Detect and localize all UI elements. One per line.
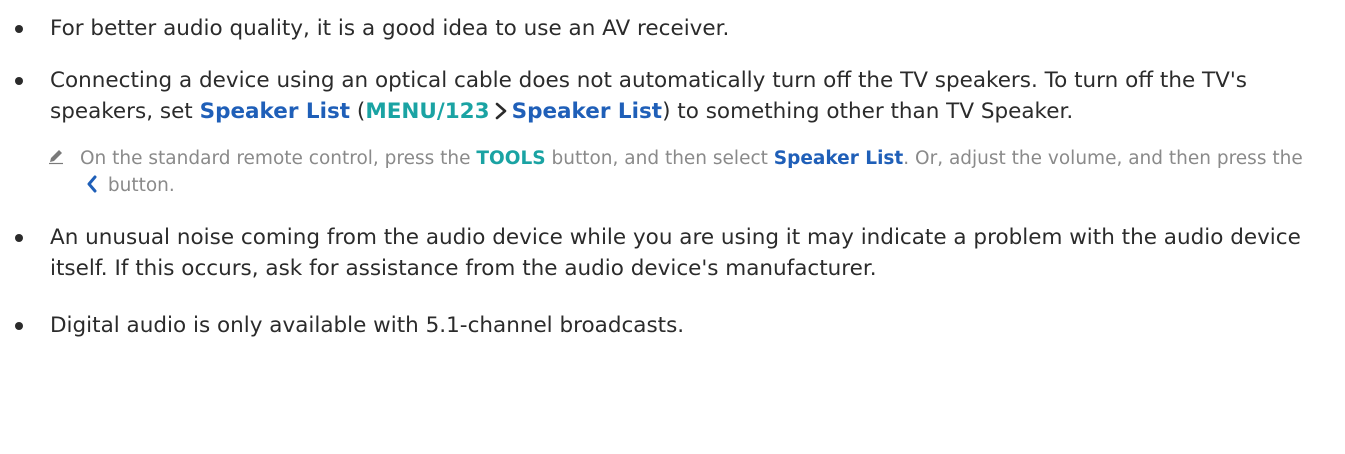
chevron-left-icon bbox=[87, 175, 97, 193]
note-text: On the standard remote control, press th… bbox=[80, 148, 477, 169]
list-item: Connecting a device using an optical cab… bbox=[0, 65, 1325, 127]
speaker-list-keyword: Speaker List bbox=[511, 99, 663, 124]
note-text: button, and then select bbox=[545, 148, 774, 169]
chevron-right-icon bbox=[495, 102, 506, 119]
bullet-text: Digital audio is only available with 5.1… bbox=[50, 313, 685, 338]
note-text: button. bbox=[102, 175, 175, 196]
menu-path-keyword: MENU/123 bbox=[365, 99, 490, 124]
bullet-text: An unusual noise coming from the audio d… bbox=[50, 225, 1301, 281]
note-text: . Or, adjust the volume, and then press … bbox=[903, 148, 1303, 169]
manual-page: For better audio quality, it is a good i… bbox=[0, 0, 1345, 454]
list-item: An unusual noise coming from the audio d… bbox=[0, 222, 1325, 284]
bullet-dot bbox=[15, 77, 23, 85]
bullet-text: ) to something other than TV Speaker. bbox=[662, 99, 1074, 124]
list-item: Digital audio is only available with 5.1… bbox=[0, 310, 1325, 341]
note-item: On the standard remote control, press th… bbox=[0, 145, 1315, 199]
bullet-dot bbox=[15, 25, 23, 33]
bullet-dot bbox=[15, 322, 23, 330]
bullet-text: For better audio quality, it is a good i… bbox=[50, 16, 730, 41]
tools-keyword: TOOLS bbox=[476, 148, 546, 169]
bullet-list: For better audio quality, it is a good i… bbox=[0, 13, 1345, 341]
pencil-note-icon bbox=[49, 150, 63, 165]
bullet-dot bbox=[15, 234, 23, 242]
bullet-text: ( bbox=[350, 99, 366, 124]
speaker-list-keyword: Speaker List bbox=[773, 148, 904, 169]
speaker-list-keyword: Speaker List bbox=[199, 99, 351, 124]
list-item: For better audio quality, it is a good i… bbox=[0, 13, 1325, 44]
